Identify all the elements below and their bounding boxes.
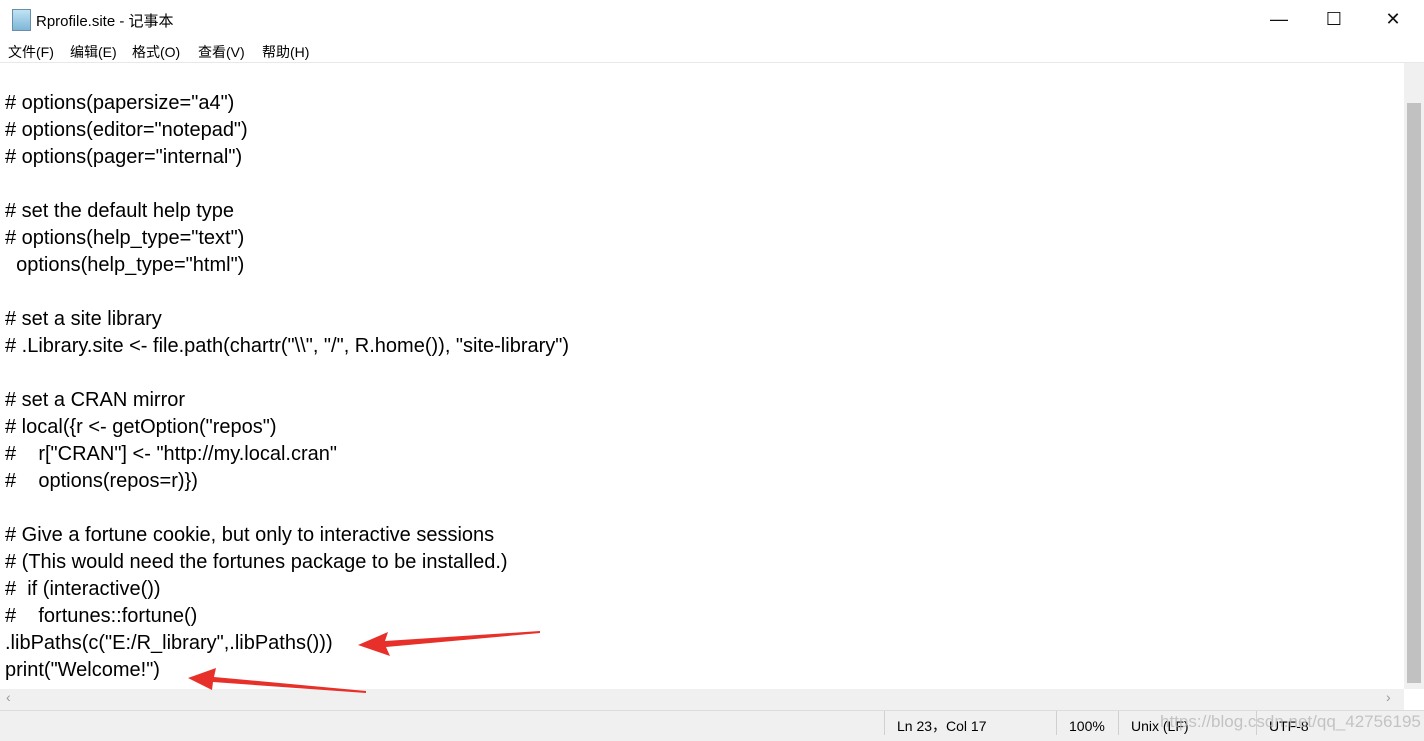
arrow-icon bbox=[188, 668, 366, 693]
annotation-arrows bbox=[188, 631, 540, 693]
arrow-icon bbox=[358, 631, 540, 656]
